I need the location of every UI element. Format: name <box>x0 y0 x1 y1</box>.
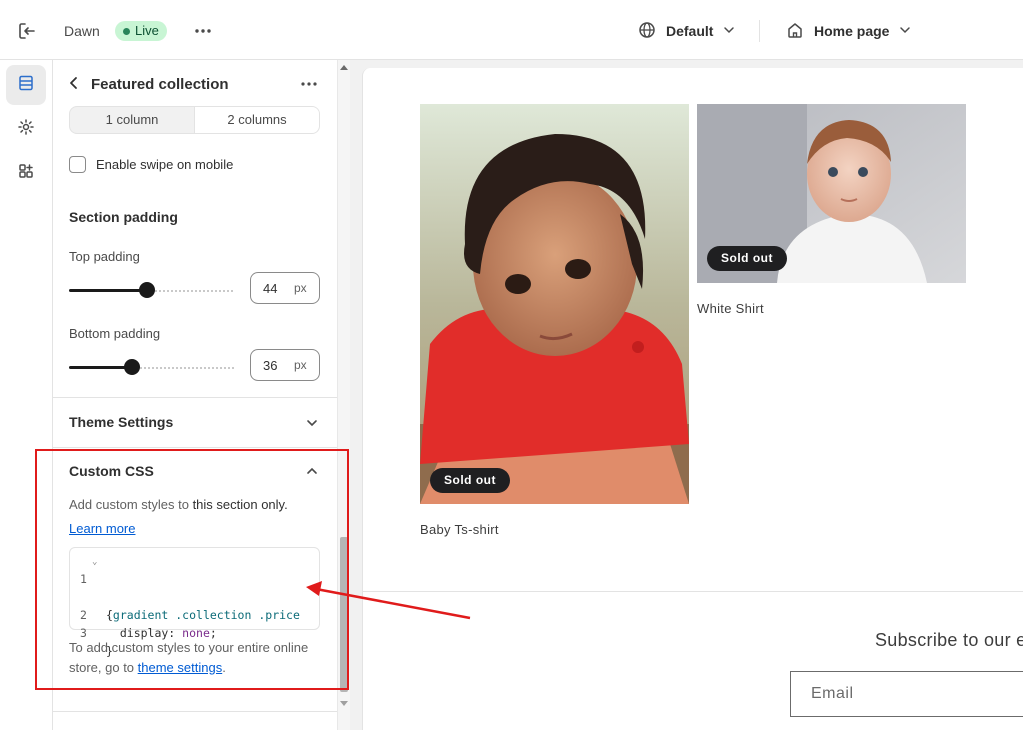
slider-rest-track <box>155 290 234 292</box>
back-arrow-icon[interactable] <box>67 76 81 95</box>
gear-icon <box>17 118 35 141</box>
sections-nav-button[interactable] <box>6 65 46 105</box>
top-padding-value: 44 <box>263 280 278 296</box>
chevron-up-icon <box>305 464 319 483</box>
email-placeholder: Email <box>811 685 854 702</box>
panel-header: Featured collection <box>53 60 337 106</box>
bottom-padding-slider[interactable] <box>69 359 234 375</box>
topbar-divider <box>759 20 760 42</box>
custom-css-footer-note: To add custom styles to your entire onli… <box>69 638 314 678</box>
learn-more-link[interactable]: Learn more <box>69 521 135 536</box>
custom-css-help: Add custom styles to this section only. <box>69 495 314 515</box>
live-status-badge: Live <box>115 21 167 41</box>
theme-settings-title: Theme Settings <box>69 414 174 430</box>
scroll-down-arrow-icon[interactable] <box>340 701 348 706</box>
section-padding-title: Section padding <box>69 209 178 225</box>
product-photo-baby-red <box>420 104 689 504</box>
section-settings-panel: Featured collection 1 column 2 columns E… <box>53 60 337 730</box>
page-selector-label: Home page <box>814 23 890 39</box>
editor-topbar: Dawn Live Default Home page <box>0 0 1023 60</box>
storefront-preview: Sold out Baby Ts-shirt Sold out White Sh… <box>362 68 1023 730</box>
slider-thumb[interactable] <box>124 359 140 375</box>
columns-option-1[interactable]: 1 column <box>70 107 194 133</box>
code-token: .price <box>258 608 300 622</box>
apps-nav-button[interactable] <box>6 153 46 193</box>
swipe-mobile-row[interactable]: Enable swipe on mobile <box>69 156 233 173</box>
theme-name: Dawn <box>64 23 100 39</box>
swipe-mobile-label: Enable swipe on mobile <box>96 157 234 172</box>
custom-css-title: Custom CSS <box>69 463 154 479</box>
custom-css-help-prefix: Add custom styles to <box>69 497 193 512</box>
sold-out-badge: Sold out <box>707 246 787 271</box>
page-selector[interactable]: Home page <box>786 18 911 44</box>
product-title[interactable]: White Shirt <box>697 301 764 316</box>
scrollbar-thumb[interactable] <box>340 537 348 692</box>
slider-filled-track <box>69 289 147 292</box>
editor-icon-rail <box>0 60 53 730</box>
newsletter-heading: Subscribe to our em <box>875 630 1023 650</box>
theme-settings-nav-button[interactable] <box>6 109 46 149</box>
footer-divider <box>363 591 1023 592</box>
custom-css-editor[interactable]: 1 ⌄ .gradient .collection .price { 2 dis… <box>69 547 320 658</box>
top-padding-label: Top padding <box>69 249 140 264</box>
slider-filled-track <box>69 366 132 369</box>
product-image[interactable]: Sold out <box>420 104 689 504</box>
columns-segmented-control: 1 column 2 columns <box>69 106 320 134</box>
custom-css-help-emphasis: this section only. <box>192 497 288 512</box>
newsletter-email-input[interactable]: Email <box>790 671 1023 717</box>
live-badge-label: Live <box>135 23 159 38</box>
slider-thumb[interactable] <box>139 282 155 298</box>
learn-more-row: Learn more <box>69 519 314 539</box>
divider <box>53 711 337 712</box>
exit-icon[interactable] <box>16 20 38 42</box>
panel-title: Featured collection <box>91 76 229 93</box>
live-dot-icon <box>123 27 130 35</box>
theme-settings-link[interactable]: theme settings <box>138 660 223 675</box>
more-actions-icon[interactable] <box>192 20 214 42</box>
scroll-up-arrow-icon[interactable] <box>340 65 348 70</box>
globe-icon <box>638 21 656 42</box>
bottom-padding-label: Bottom padding <box>69 326 161 341</box>
code-line: 1 ⌄ .gradient .collection .price <box>70 552 300 622</box>
more-actions-icon[interactable] <box>299 74 319 99</box>
chevron-down-icon <box>305 416 319 435</box>
bottom-padding-value: 36 <box>263 357 278 373</box>
columns-option-2[interactable]: 2 columns <box>194 107 319 133</box>
code-line: 2 display: none; <box>70 588 217 640</box>
sold-out-badge: Sold out <box>430 468 510 493</box>
sections-icon <box>17 74 35 97</box>
swipe-mobile-checkbox[interactable] <box>69 156 86 173</box>
code-line: 3 } <box>70 606 113 658</box>
code-line: { <box>70 570 113 622</box>
code-token: .gradient <box>106 608 169 622</box>
product-image[interactable]: Sold out <box>697 104 966 283</box>
template-selector-label: Default <box>666 23 714 39</box>
code-text: .gradient .collection .price <box>106 606 300 624</box>
top-padding-unit: px <box>294 281 307 295</box>
chevron-down-icon <box>899 23 911 39</box>
apps-icon <box>17 162 35 185</box>
bottom-padding-unit: px <box>294 358 307 372</box>
slider-rest-track <box>140 367 234 369</box>
code-token: .collection <box>175 608 252 622</box>
chevron-down-icon <box>723 23 735 39</box>
template-selector[interactable]: Default <box>638 18 735 44</box>
bottom-padding-input[interactable]: 36 px <box>250 349 320 381</box>
fold-chevron-icon[interactable]: ⌄ <box>92 553 97 571</box>
panel-scrollbar[interactable] <box>337 60 350 730</box>
product-title[interactable]: Baby Ts-shirt <box>420 522 499 537</box>
divider <box>53 447 337 448</box>
divider <box>53 397 337 398</box>
top-padding-slider[interactable] <box>69 282 234 298</box>
home-icon <box>786 21 804 42</box>
footer-note-suffix: . <box>222 660 226 675</box>
top-padding-input[interactable]: 44 px <box>250 272 320 304</box>
